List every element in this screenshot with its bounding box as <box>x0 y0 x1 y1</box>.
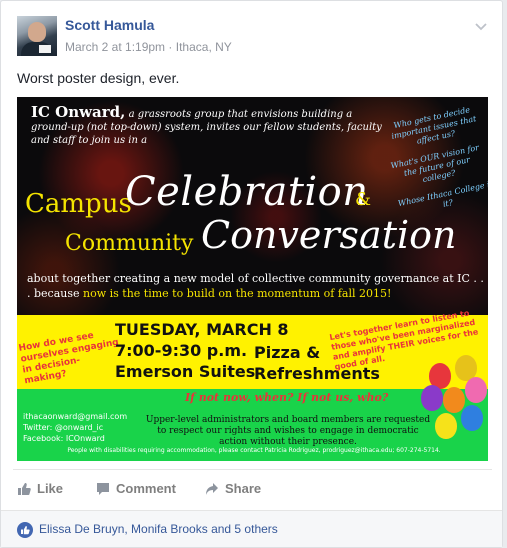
balloon-light-yellow <box>435 413 457 439</box>
comment-icon <box>97 482 109 495</box>
like-badge-icon <box>17 522 33 538</box>
post-text: Worst poster design, ever. <box>17 70 180 86</box>
share-icon <box>206 482 218 495</box>
poster-image[interactable]: IC Onward, a grassroots group that envis… <box>17 97 488 461</box>
post-date[interactable]: March 2 at 1:19pm <box>65 40 165 54</box>
poster-contact: ithacaonward@gmail.com Twitter: @onward_… <box>23 411 127 444</box>
poster-celebration: Celebration <box>125 169 369 215</box>
meta-separator: · <box>168 40 173 54</box>
poster-facebook: Facebook: ICOnward <box>23 434 105 443</box>
poster-twitter: Twitter: @onward_ic <box>23 423 104 432</box>
post-header: Scott Hamula March 2 at 1:19pm · Ithaca,… <box>17 16 487 58</box>
poster-accessibility-note: People with disabilities requiring accom… <box>67 447 441 454</box>
likers-list[interactable]: Elissa De Bruyn, Monifa Brooks and 5 oth… <box>39 522 278 536</box>
share-label: Share <box>225 481 262 496</box>
like-icon <box>18 482 31 495</box>
avatar[interactable] <box>17 16 57 56</box>
chevron-down-icon[interactable] <box>475 18 487 34</box>
avatar-shirt-tag <box>39 45 51 53</box>
poster-intro: IC Onward, a grassroots group that envis… <box>31 103 391 147</box>
poster-email: ithacaonward@gmail.com <box>23 412 128 421</box>
post-location[interactable]: Ithaca, NY <box>176 40 232 54</box>
poster-campus: Campus <box>25 189 132 219</box>
comment-button[interactable]: Comment <box>96 481 176 496</box>
balloon-blue <box>461 405 483 431</box>
post-actions: Like Comment Share <box>17 477 487 501</box>
poster-about: about together creating a new model of c… <box>27 271 487 301</box>
like-label: Like <box>37 481 64 496</box>
avatar-head <box>28 22 46 42</box>
likes-summary: Elissa De Bruyn, Monifa Brooks and 5 oth… <box>1 510 502 547</box>
poster-about-highlight: now is the time to build on the momentum… <box>83 287 392 300</box>
share-button[interactable]: Share <box>205 481 261 496</box>
poster-administrators-note: Upper-level administrators and board mem… <box>145 415 431 447</box>
poster-date: TUESDAY, MARCH 8 <box>115 320 289 339</box>
balloon-orange <box>443 387 465 413</box>
poster-brand: IC Onward, <box>31 103 126 121</box>
poster-community: Community <box>65 231 194 256</box>
balloon-purple <box>421 385 443 411</box>
post-card: Scott Hamula March 2 at 1:19pm · Ithaca,… <box>0 0 503 548</box>
comment-label: Comment <box>116 481 176 496</box>
poster-if-not-now: If not now, when? If not us, who? <box>185 391 389 404</box>
actions-divider <box>13 469 492 470</box>
like-button[interactable]: Like <box>17 481 63 496</box>
balloon-pink <box>465 377 487 403</box>
balloons-illustration <box>421 355 488 455</box>
post-meta: March 2 at 1:19pm · Ithaca, NY <box>65 40 232 54</box>
poster-ampersand: & <box>355 189 372 210</box>
author-name[interactable]: Scott Hamula <box>65 17 154 33</box>
poster-conversation: Conversation <box>201 213 457 257</box>
